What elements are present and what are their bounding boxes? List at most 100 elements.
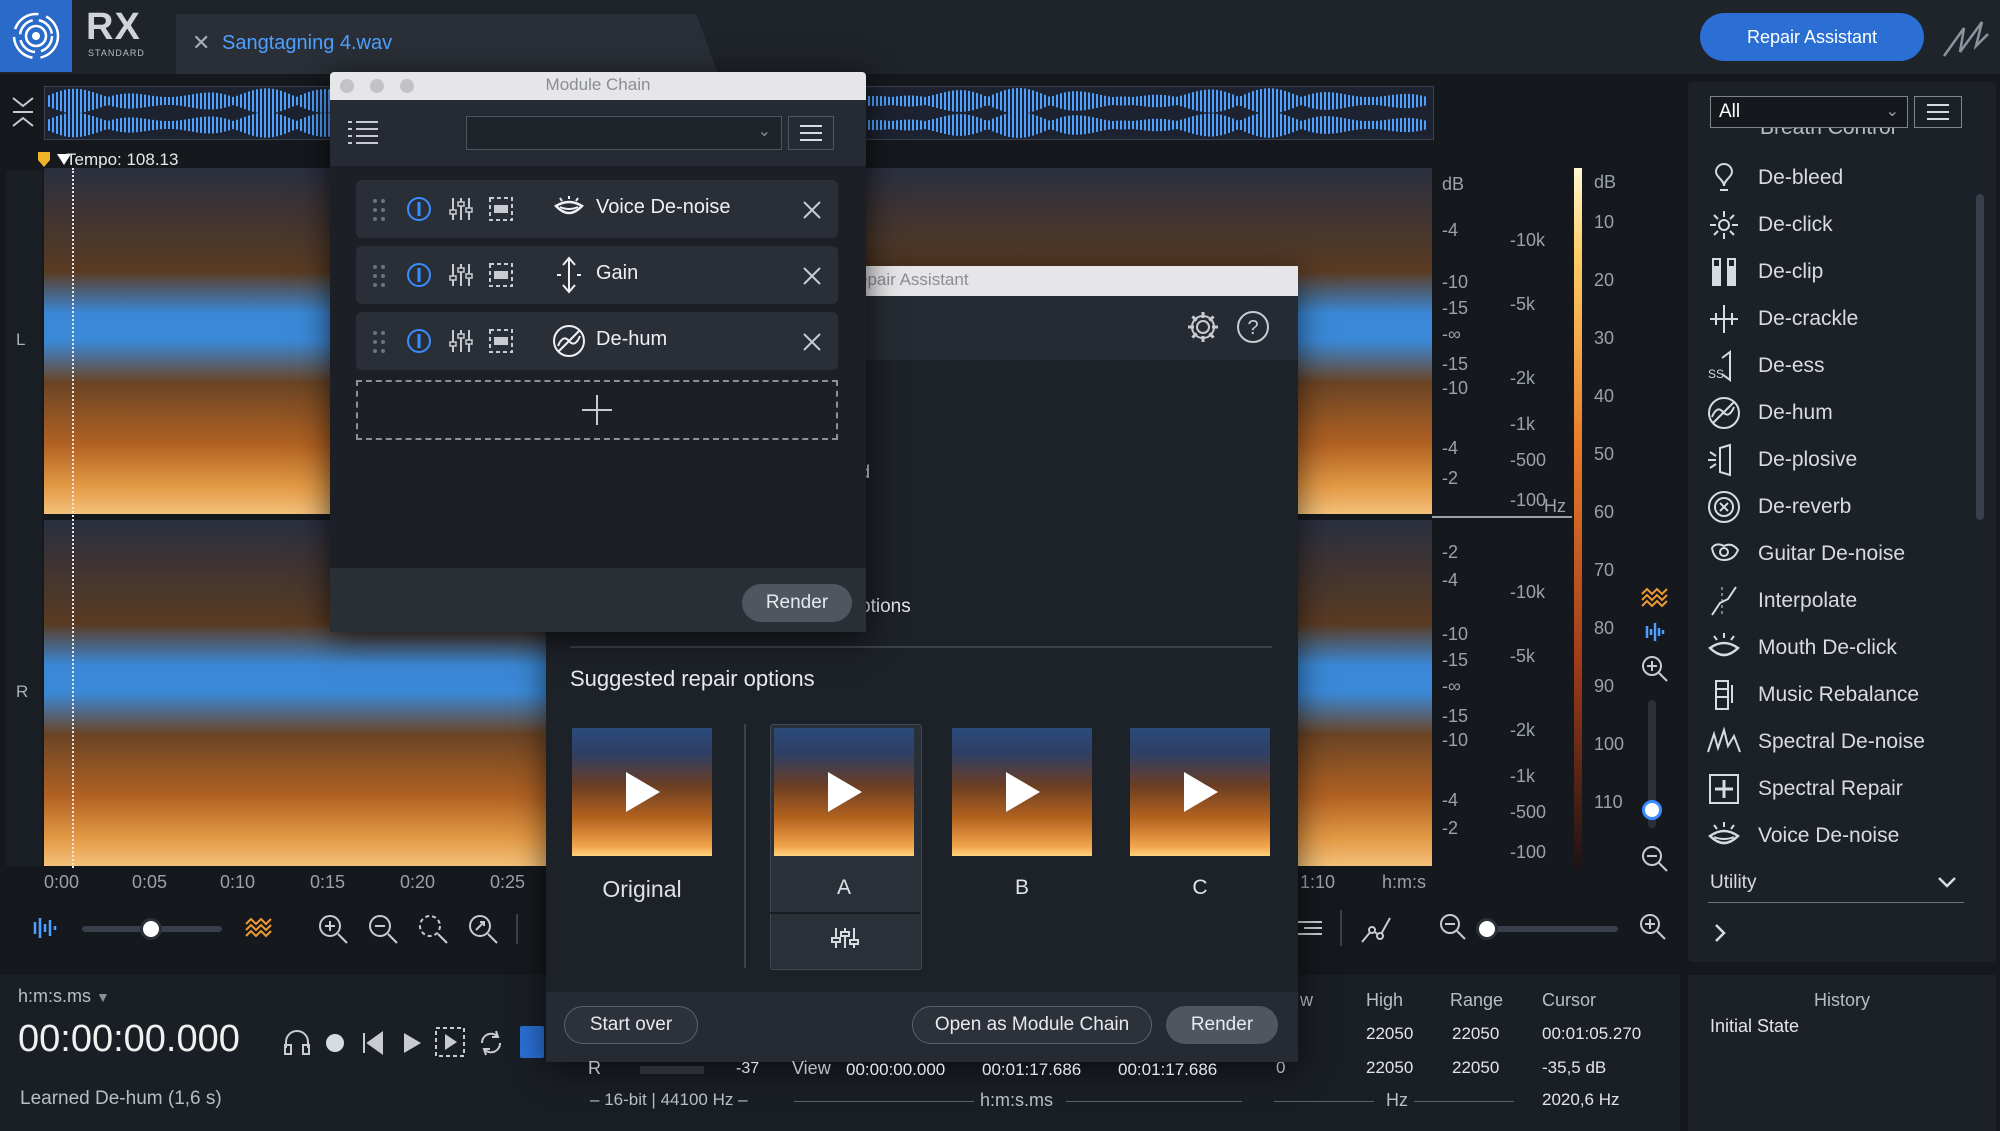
izotope-logo-icon[interactable] — [0, 0, 72, 72]
selection-mode-icon[interactable] — [488, 328, 514, 354]
module-item-spectral-de-noise[interactable]: Spectral De-noise — [1706, 722, 1976, 762]
repair-assistant-button[interactable]: Repair Assistant — [1700, 13, 1924, 61]
module-settings-icon[interactable] — [448, 328, 474, 354]
module-item-guitar-de-noise[interactable]: Guitar De-noise — [1706, 534, 1976, 574]
time-tick: 0:10 — [220, 872, 256, 892]
channel-left-label[interactable]: L — [16, 330, 25, 350]
module-item-voice-de-noise[interactable]: Voice De-noise — [1706, 816, 1976, 856]
chain-module-row[interactable]: De-hum — [356, 312, 838, 370]
file-tab-title[interactable]: Sangtagning 4.wav — [222, 32, 392, 55]
chain-module-row[interactable]: Gain — [356, 246, 838, 304]
chain-module-row[interactable]: Voice De-noise — [356, 180, 838, 238]
mouth-de-click-icon — [1706, 630, 1742, 666]
db-tick: -10 — [1442, 730, 1469, 750]
time-tick: 0:25 — [490, 872, 526, 892]
spectral-de-noise-icon — [1706, 724, 1742, 760]
open-as-module-chain-button[interactable]: Open as Module Chain — [912, 1006, 1152, 1044]
power-icon[interactable] — [406, 328, 432, 354]
collapse-overview-icon[interactable] — [10, 90, 36, 134]
follow-playback-icon[interactable] — [520, 1026, 544, 1058]
chevron-down-icon[interactable] — [1936, 874, 1958, 895]
drag-handle-icon[interactable] — [372, 330, 386, 354]
start-over-button[interactable]: Start over — [564, 1006, 698, 1044]
module-list-scrollbar[interactable] — [1976, 194, 1984, 520]
remove-module-icon[interactable] — [802, 266, 822, 286]
module-filter-select[interactable]: All ⌄ — [1710, 96, 1908, 128]
spectrogram-view-icon[interactable] — [1640, 586, 1668, 615]
waveform-toggle-icon[interactable] — [26, 914, 58, 947]
module-item-interpolate[interactable]: Interpolate — [1706, 581, 1976, 621]
module-item-de-bleed[interactable]: De-bleed — [1706, 158, 1976, 198]
module-item-label: Spectral De-noise — [1758, 730, 1925, 753]
module-list-icon[interactable] — [346, 118, 380, 148]
tempo-marker-icon[interactable] — [36, 150, 52, 168]
module-item-de-plosive[interactable]: De-plosive — [1706, 440, 1976, 480]
spectrogram-toggle-icon[interactable] — [244, 914, 276, 947]
list-view-icon[interactable] — [1296, 914, 1326, 947]
module-item-de-click[interactable]: De-click — [1706, 205, 1976, 245]
history-item[interactable]: Initial State — [1710, 1016, 1799, 1037]
play-icon[interactable] — [400, 1030, 424, 1061]
selection-mode-icon[interactable] — [488, 196, 514, 222]
repair-assistant-title: epair Assistant — [858, 270, 969, 289]
zoom-selection-icon[interactable] — [416, 912, 450, 951]
headphones-icon[interactable] — [282, 1028, 312, 1061]
drag-handle-icon[interactable] — [372, 264, 386, 288]
settings-gear-icon[interactable] — [1186, 310, 1220, 349]
range-value: 22050 — [1452, 1024, 1500, 1043]
zoom-in-icon[interactable] — [316, 912, 350, 951]
power-icon[interactable] — [406, 262, 432, 288]
hz-tick: -1k — [1510, 766, 1536, 786]
help-icon[interactable]: ? — [1236, 310, 1270, 349]
option-original-preview[interactable] — [572, 728, 712, 856]
module-item-mouth-de-click[interactable]: Mouth De-click — [1706, 628, 1976, 668]
option-c-preview[interactable] — [1130, 728, 1270, 856]
channel-right-label[interactable]: R — [16, 682, 28, 702]
play-selection-icon[interactable] — [434, 1026, 466, 1063]
partial-module-item: Breath Control — [1710, 128, 1970, 140]
module-settings-icon[interactable] — [448, 262, 474, 288]
option-a-preview[interactable] — [774, 728, 914, 856]
vertical-zoom-handle[interactable] — [1642, 800, 1662, 820]
module-item-spectral-repair[interactable]: Spectral Repair — [1706, 769, 1976, 809]
menu-icon[interactable] — [788, 116, 834, 150]
module-item-de-clip[interactable]: De-clip — [1706, 252, 1976, 292]
menu-icon[interactable] — [1914, 96, 1962, 128]
module-item-de-crackle[interactable]: De-crackle — [1706, 299, 1976, 339]
time-format-select[interactable]: h:m:s.ms ▼ — [18, 986, 110, 1007]
zoom-out-vertical-icon[interactable] — [1640, 844, 1670, 879]
selection-mode-icon[interactable] — [488, 262, 514, 288]
preset-select[interactable]: ⌄ — [466, 116, 782, 150]
module-item-de-reverb[interactable]: De-reverb — [1706, 487, 1976, 527]
chevron-right-icon[interactable] — [1712, 922, 1728, 949]
db-tick: -4 — [1442, 570, 1459, 590]
close-icon[interactable]: ✕ — [192, 30, 210, 56]
waveform-view-icon[interactable] — [1640, 620, 1668, 649]
zoom-out-horizontal-icon[interactable] — [1438, 912, 1468, 947]
drag-handle-icon[interactable] — [372, 198, 386, 222]
repair-assistant-render-button[interactable]: Render — [1166, 1006, 1278, 1044]
instant-process-icon[interactable] — [1358, 912, 1392, 951]
power-icon[interactable] — [406, 196, 432, 222]
option-a-settings-icon[interactable] — [830, 926, 860, 955]
go-to-start-icon[interactable] — [360, 1030, 386, 1061]
horizontal-zoom-handle[interactable] — [1476, 918, 1498, 940]
hz-tick: -10k — [1510, 582, 1546, 602]
colormap-meter — [1574, 168, 1582, 868]
zoom-fit-icon[interactable] — [466, 912, 500, 951]
add-module-slot[interactable] — [356, 380, 838, 440]
record-icon[interactable] — [324, 1032, 346, 1059]
module-chain-render-button[interactable]: Render — [742, 584, 852, 622]
module-item-de-hum[interactable]: De-hum — [1706, 393, 1976, 433]
zoom-in-horizontal-icon[interactable] — [1638, 912, 1668, 947]
loop-icon[interactable] — [476, 1028, 506, 1063]
remove-module-icon[interactable] — [802, 332, 822, 352]
remove-module-icon[interactable] — [802, 200, 822, 220]
zoom-in-vertical-icon[interactable] — [1640, 654, 1670, 689]
blend-slider-handle[interactable] — [140, 918, 162, 940]
zoom-out-icon[interactable] — [366, 912, 400, 951]
option-b-preview[interactable] — [952, 728, 1092, 856]
module-settings-icon[interactable] — [448, 196, 474, 222]
module-item-de-ess[interactable]: SS De-ess — [1706, 346, 1976, 386]
module-item-music-rebalance[interactable]: Music Rebalance — [1706, 675, 1976, 715]
